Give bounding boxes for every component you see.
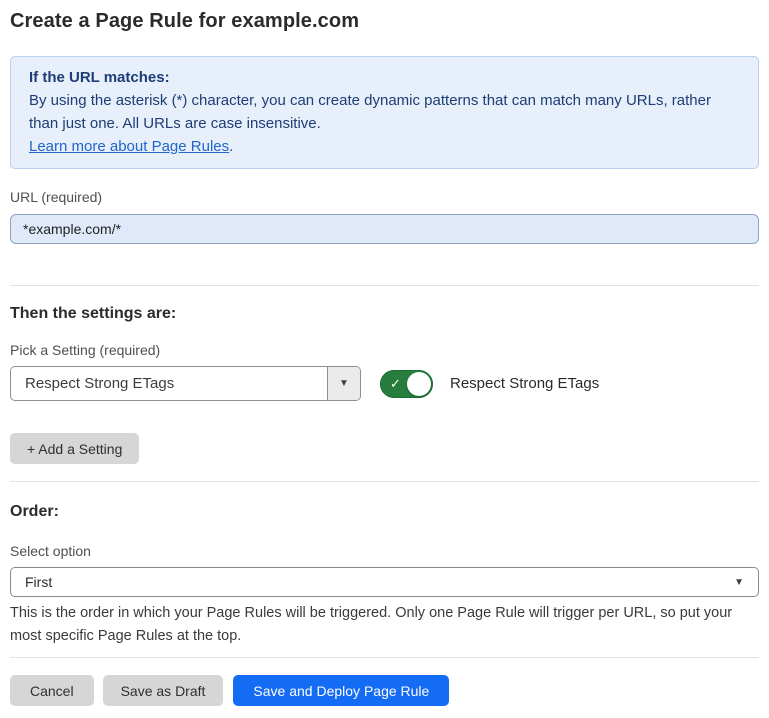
learn-more-link[interactable]: Learn more about Page Rules bbox=[29, 138, 229, 155]
page-title: Create a Page Rule for example.com bbox=[10, 9, 759, 33]
section-divider bbox=[10, 285, 759, 286]
setting-row: Respect Strong ETags ▼ ✓ Respect Strong … bbox=[10, 366, 759, 401]
order-select[interactable]: First ▼ bbox=[10, 567, 759, 597]
chevron-down-icon[interactable]: ▼ bbox=[327, 367, 360, 400]
url-input[interactable] bbox=[10, 214, 759, 244]
toggle-label: Respect Strong ETags bbox=[450, 375, 599, 392]
order-section-heading: Order: bbox=[10, 502, 759, 521]
page-rule-form: Create a Page Rule for example.com If th… bbox=[0, 9, 769, 706]
section-divider bbox=[10, 481, 759, 482]
info-box-link-line: Learn more about Page Rules. bbox=[29, 135, 740, 158]
check-icon: ✓ bbox=[390, 377, 401, 390]
chevron-down-icon: ▼ bbox=[734, 577, 744, 588]
save-deploy-button[interactable]: Save and Deploy Page Rule bbox=[233, 675, 449, 706]
save-draft-button[interactable]: Save as Draft bbox=[103, 675, 224, 706]
info-box-heading: If the URL matches: bbox=[29, 66, 740, 89]
order-select-value: First bbox=[25, 574, 734, 590]
order-help-text: This is the order in which your Page Rul… bbox=[10, 602, 755, 648]
setting-select-value: Respect Strong ETags bbox=[11, 367, 327, 400]
section-divider bbox=[10, 657, 759, 658]
cancel-button[interactable]: Cancel bbox=[10, 675, 94, 706]
link-suffix: . bbox=[229, 138, 233, 155]
setting-select[interactable]: Respect Strong ETags ▼ bbox=[10, 366, 361, 401]
info-box-body: By using the asterisk (*) character, you… bbox=[29, 89, 740, 135]
setting-toggle[interactable]: ✓ bbox=[380, 370, 433, 398]
url-match-info-box: If the URL matches: By using the asteris… bbox=[10, 56, 759, 169]
url-field-label: URL (required) bbox=[10, 189, 759, 205]
toggle-knob bbox=[407, 372, 431, 396]
actions-row: Cancel Save as Draft Save and Deploy Pag… bbox=[10, 675, 759, 706]
pick-setting-label: Pick a Setting (required) bbox=[10, 342, 759, 358]
settings-section-heading: Then the settings are: bbox=[10, 304, 759, 323]
add-setting-button[interactable]: + Add a Setting bbox=[10, 433, 139, 464]
order-select-label: Select option bbox=[10, 543, 759, 559]
